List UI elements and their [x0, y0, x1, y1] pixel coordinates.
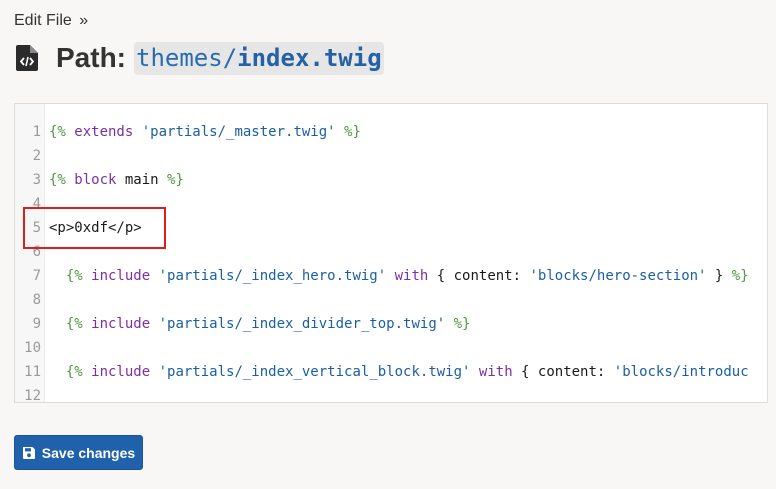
code-token: { content: [512, 364, 614, 380]
file-code-icon [16, 45, 38, 71]
code-token: include [82, 364, 151, 380]
code-line[interactable]: 8 [15, 288, 767, 312]
code-token: %} [453, 316, 471, 332]
line-number: 9 [32, 316, 41, 332]
code-line[interactable]: 1 {% extends 'partials/_master.twig' %} [15, 120, 767, 144]
line-number: 12 [24, 388, 41, 403]
breadcrumb-edit-file[interactable]: Edit File [14, 12, 72, 29]
line-number: 3 [32, 172, 41, 188]
code-token: 'partials/_index_divider_top.twig' [158, 316, 446, 332]
code-line[interactable]: 10 [15, 336, 767, 360]
line-number: 10 [24, 340, 41, 356]
line-number: 8 [32, 292, 41, 308]
code-token: include [82, 268, 151, 284]
code-token: {% [49, 124, 66, 140]
path-filename: index.twig [237, 43, 382, 72]
line-number: 7 [32, 268, 41, 284]
code-token: {% [65, 268, 83, 284]
file-path: themes/index.twig [134, 41, 384, 75]
code-line[interactable]: 7 {% include 'partials/_index_hero.twig'… [15, 264, 767, 288]
code-token: { content: [428, 268, 530, 284]
code-token: with [478, 364, 513, 380]
code-token: {% [65, 364, 83, 380]
page-title: Path: themes/index.twig [16, 40, 384, 76]
code-token: with [394, 268, 429, 284]
code-token: extends [65, 124, 134, 140]
code-token: include [82, 316, 151, 332]
path-prefix: themes/ [136, 43, 238, 72]
save-button-label: Save changes [41, 444, 136, 461]
highlight-annotation [23, 207, 166, 249]
line-number: 2 [32, 148, 41, 164]
code-token: 'blocks/introduc [613, 364, 749, 380]
code-token: } [706, 268, 732, 284]
code-token: {% [65, 316, 83, 332]
breadcrumb: Edit File » [14, 12, 88, 30]
code-line[interactable]: 2 [15, 144, 767, 168]
breadcrumb-separator: » [79, 12, 89, 29]
code-token: main [116, 172, 168, 188]
code-token: 'partials/_index_hero.twig' [158, 268, 387, 284]
code-line[interactable]: 9 {% include 'partials/_index_divider_to… [15, 312, 767, 336]
code-token: {% [49, 172, 66, 188]
code-line[interactable]: 3 {% block main %} [15, 168, 767, 192]
code-token: 'blocks/hero-section' [529, 268, 707, 284]
code-token: block [65, 172, 117, 188]
code-line[interactable]: 11 {% include 'partials/_index_vertical_… [15, 360, 767, 384]
code-token: %} [167, 172, 184, 188]
code-editor[interactable]: 1 {% extends 'partials/_master.twig' %} 2 3… [14, 103, 768, 403]
code-token: 'partials/_index_vertical_block.twig' [158, 364, 471, 380]
floppy-disk-icon [22, 446, 35, 459]
save-button[interactable]: Save changes [14, 435, 143, 470]
path-label: Path: [56, 42, 126, 73]
line-number: 1 [32, 124, 41, 140]
line-number: 11 [24, 364, 41, 380]
code-token: %} [731, 268, 749, 284]
code-line[interactable]: 12 [15, 384, 767, 403]
code-token: %} [344, 124, 361, 140]
code-token: 'partials/_master.twig' [141, 124, 336, 140]
